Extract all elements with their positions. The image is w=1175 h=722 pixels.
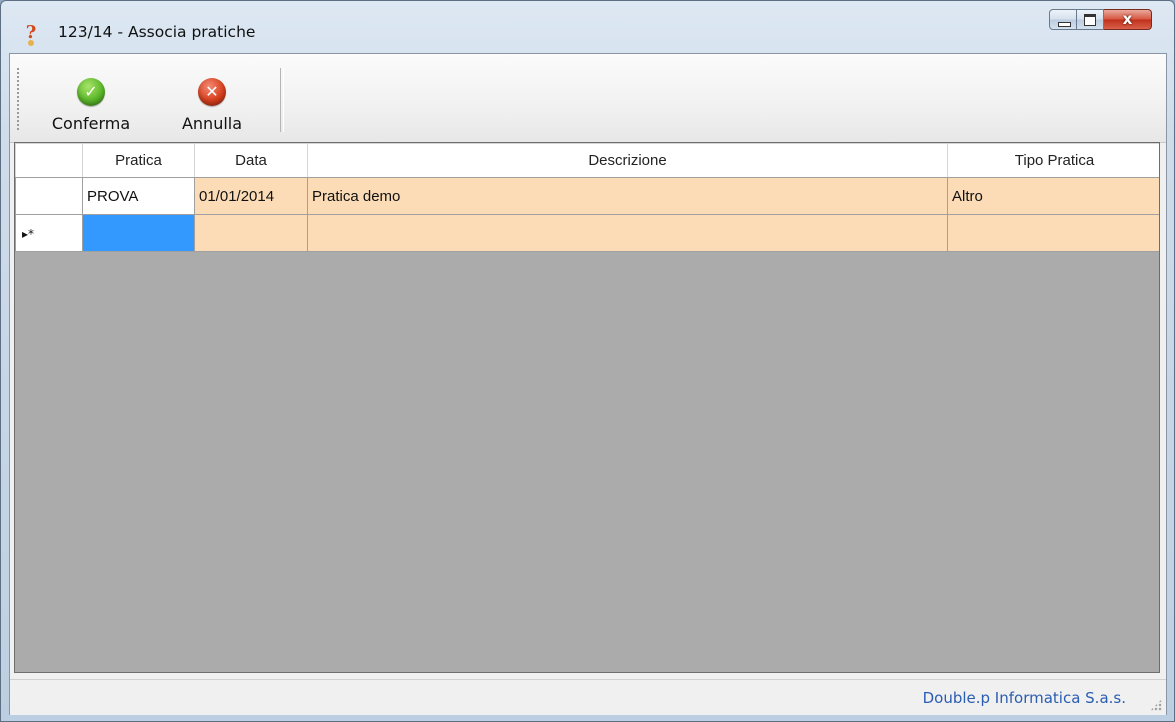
application-window: ? 123/14 - Associa pratiche x ✓ Conferma…	[0, 0, 1175, 722]
window-title: 123/14 - Associa pratiche	[58, 23, 256, 41]
x-circle-icon: ✕	[198, 78, 226, 106]
minimize-button[interactable]	[1049, 9, 1077, 30]
client-area: ✓ Conferma ✕ Annulla Pratica Data Descri…	[9, 53, 1167, 715]
new-cell-pratica[interactable]	[82, 214, 195, 252]
check-circle-icon: ✓	[77, 78, 105, 106]
data-grid[interactable]: Pratica Data Descrizione Tipo Pratica PR…	[14, 142, 1160, 673]
caption-buttons: x	[1049, 9, 1152, 31]
table-row[interactable]: PROVA 01/01/2014 Pratica demo Altro	[15, 177, 1159, 215]
app-icon[interactable]: ?	[23, 23, 39, 46]
header-row: Pratica Data Descrizione Tipo Pratica	[15, 143, 1159, 178]
close-icon: x	[1122, 10, 1133, 28]
new-row-header[interactable]: ▸*	[15, 214, 83, 252]
cell-tipo-pratica[interactable]: Altro	[947, 177, 1159, 215]
close-button[interactable]: x	[1104, 9, 1152, 30]
title-bar[interactable]: ? 123/14 - Associa pratiche x	[1, 1, 1174, 53]
grid-table: Pratica Data Descrizione Tipo Pratica PR…	[15, 143, 1159, 252]
cell-data[interactable]: 01/01/2014	[194, 177, 308, 215]
confirm-button[interactable]: ✓ Conferma	[36, 64, 146, 134]
new-cell-descrizione[interactable]	[307, 214, 948, 252]
row-header-corner[interactable]	[15, 143, 83, 178]
cell-pratica[interactable]: PROVA	[82, 177, 195, 215]
maximize-button[interactable]	[1077, 9, 1104, 30]
column-header-pratica[interactable]: Pratica	[82, 143, 195, 178]
maximize-icon	[1084, 14, 1096, 26]
confirm-label: Conferma	[51, 114, 131, 133]
column-header-tipo-pratica[interactable]: Tipo Pratica	[947, 143, 1159, 178]
cancel-label: Annulla	[181, 114, 243, 133]
toolbar: ✓ Conferma ✕ Annulla	[10, 54, 1166, 143]
cell-descrizione[interactable]: Pratica demo	[307, 177, 948, 215]
new-row-marker-icon: ▸*	[22, 226, 35, 241]
new-cell-data[interactable]	[194, 214, 308, 252]
company-label: Double.p Informatica S.a.s.	[922, 689, 1126, 707]
toolbar-grip[interactable]	[17, 68, 19, 132]
column-header-data[interactable]: Data	[194, 143, 308, 178]
row-header[interactable]	[15, 177, 83, 215]
cancel-button[interactable]: ✕ Annulla	[162, 64, 262, 134]
resize-grip-icon[interactable]	[1150, 699, 1162, 711]
new-row[interactable]: ▸*	[15, 214, 1159, 252]
status-bar: Double.p Informatica S.a.s.	[10, 679, 1166, 715]
minimize-icon	[1058, 22, 1071, 27]
new-cell-tipo-pratica[interactable]	[947, 214, 1159, 252]
column-header-descrizione[interactable]: Descrizione	[307, 143, 948, 178]
toolbar-separator	[280, 68, 284, 132]
